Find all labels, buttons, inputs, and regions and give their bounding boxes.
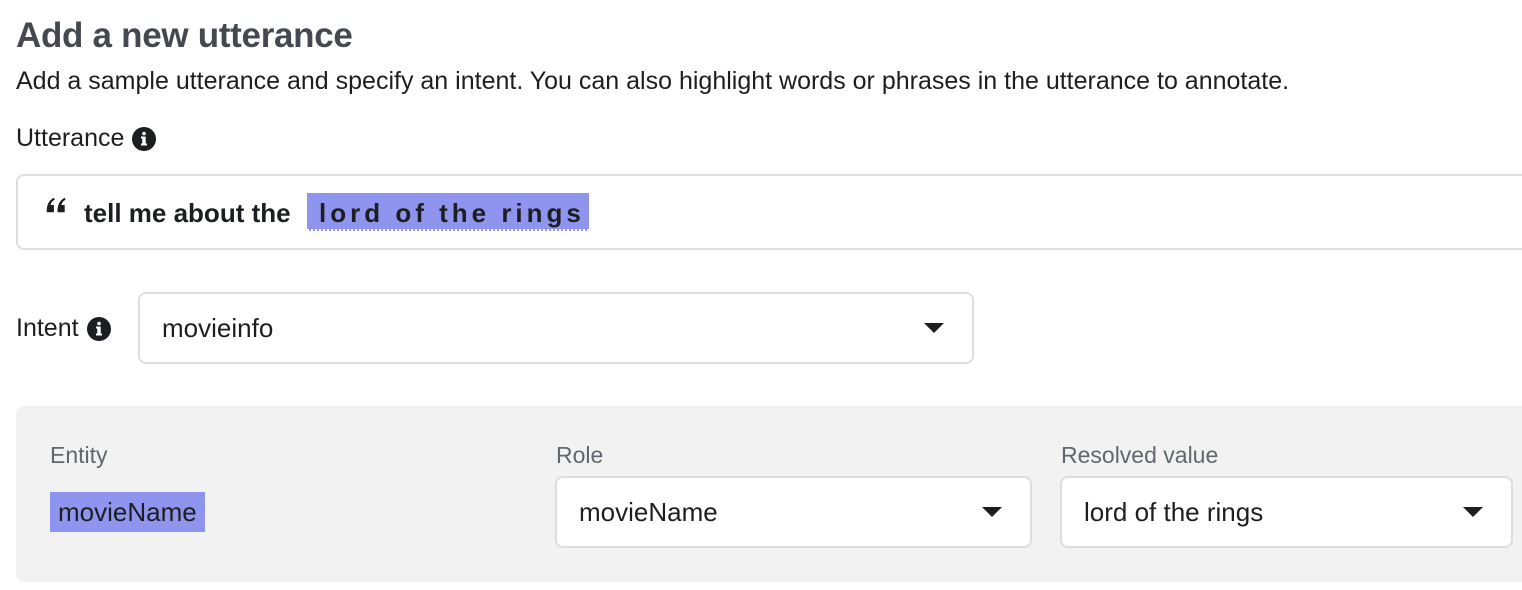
page-subtitle: Add a sample utterance and specify an in… bbox=[16, 67, 1290, 95]
entity-column-label: Entity bbox=[50, 442, 108, 468]
entity-chip[interactable]: movieName bbox=[50, 492, 205, 532]
role-column-label: Role bbox=[556, 442, 604, 468]
resolved-value-column-label: Resolved value bbox=[1061, 442, 1219, 468]
role-selected-value: movieName bbox=[579, 496, 718, 527]
intent-selected-value: movieinfo bbox=[162, 312, 274, 343]
intent-select[interactable]: movieinfo bbox=[138, 292, 974, 364]
utterance-input[interactable]: tell me about the lord of the rings bbox=[16, 174, 1522, 250]
chevron-down-icon[interactable] bbox=[982, 507, 1002, 517]
utterance-highlighted-phrase[interactable]: lord of the rings bbox=[307, 193, 589, 231]
intent-label-row: Intent bbox=[16, 314, 111, 343]
role-select[interactable]: movieName bbox=[555, 476, 1032, 548]
utterance-label-row: Utterance bbox=[16, 124, 157, 153]
page-title: Add a new utterance bbox=[16, 16, 353, 55]
resolved-value-select[interactable]: lord of the rings bbox=[1060, 476, 1513, 548]
info-icon[interactable] bbox=[132, 126, 157, 151]
quote-icon bbox=[44, 196, 70, 216]
chevron-down-icon[interactable] bbox=[924, 323, 944, 333]
chevron-down-icon[interactable] bbox=[1463, 507, 1483, 517]
intent-label: Intent bbox=[16, 314, 79, 342]
info-icon[interactable] bbox=[86, 316, 111, 341]
utterance-text[interactable]: tell me about the bbox=[84, 198, 291, 229]
utterance-label: Utterance bbox=[16, 124, 125, 152]
resolved-selected-value: lord of the rings bbox=[1084, 496, 1264, 527]
